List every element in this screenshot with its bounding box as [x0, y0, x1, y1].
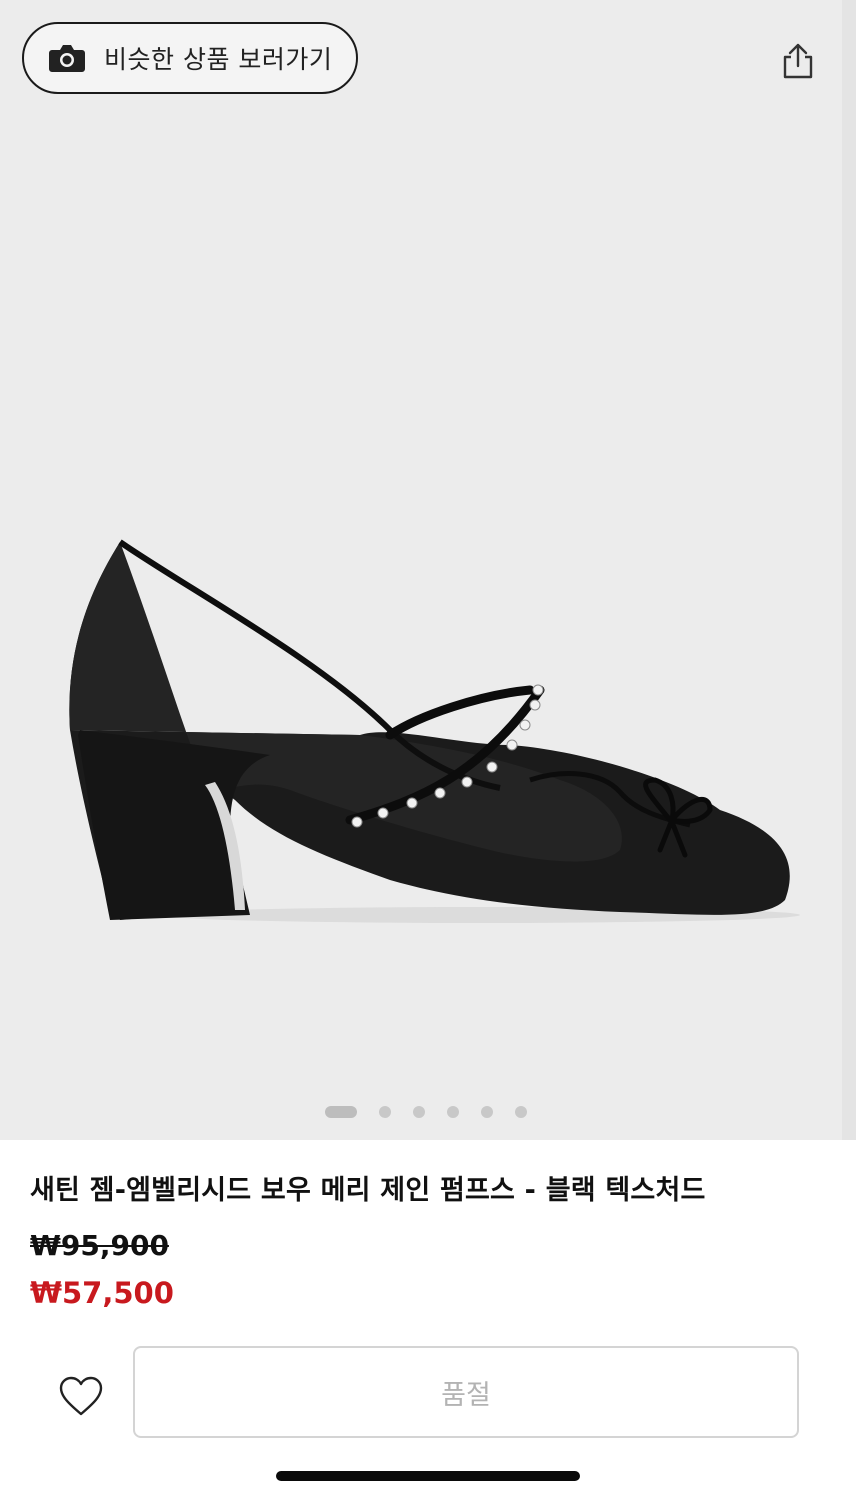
product-image — [69, 539, 800, 923]
share-button[interactable] — [778, 40, 818, 82]
gallery-dot-6[interactable] — [515, 1106, 527, 1118]
gallery-dot-2[interactable] — [379, 1106, 391, 1118]
gallery-dot-5[interactable] — [481, 1106, 493, 1118]
soldout-button[interactable]: 품절 — [133, 1346, 799, 1438]
sale-price: ₩57,500 — [30, 1276, 174, 1310]
camera-icon — [49, 45, 85, 72]
similar-products-button[interactable]: 비슷한 상품 보러가기 — [22, 22, 358, 94]
similar-products-label: 비슷한 상품 보러가기 — [104, 45, 333, 74]
product-title: 새틴 젬-엠벨리시드 보우 메리 제인 펌프스 - 블랙 텍스처드 — [30, 1175, 706, 1206]
heart-icon — [59, 1376, 103, 1416]
gallery-dot-1[interactable] — [325, 1106, 357, 1118]
scrollbar[interactable] — [842, 0, 856, 1140]
gallery-dot-4[interactable] — [447, 1106, 459, 1118]
wishlist-button[interactable] — [56, 1372, 106, 1420]
share-icon — [783, 43, 813, 79]
product-image-gallery[interactable]: 비슷한 상품 보러가기 — [0, 0, 856, 1140]
original-price: ₩95,900 — [30, 1229, 169, 1262]
gallery-dot-3[interactable] — [413, 1106, 425, 1118]
product-info: 새틴 젬-엠벨리시드 보우 메리 제인 펌프스 - 블랙 텍스처드 ₩95,90… — [30, 1168, 830, 1310]
gallery-pagination — [0, 1104, 856, 1120]
home-indicator[interactable] — [276, 1471, 580, 1481]
